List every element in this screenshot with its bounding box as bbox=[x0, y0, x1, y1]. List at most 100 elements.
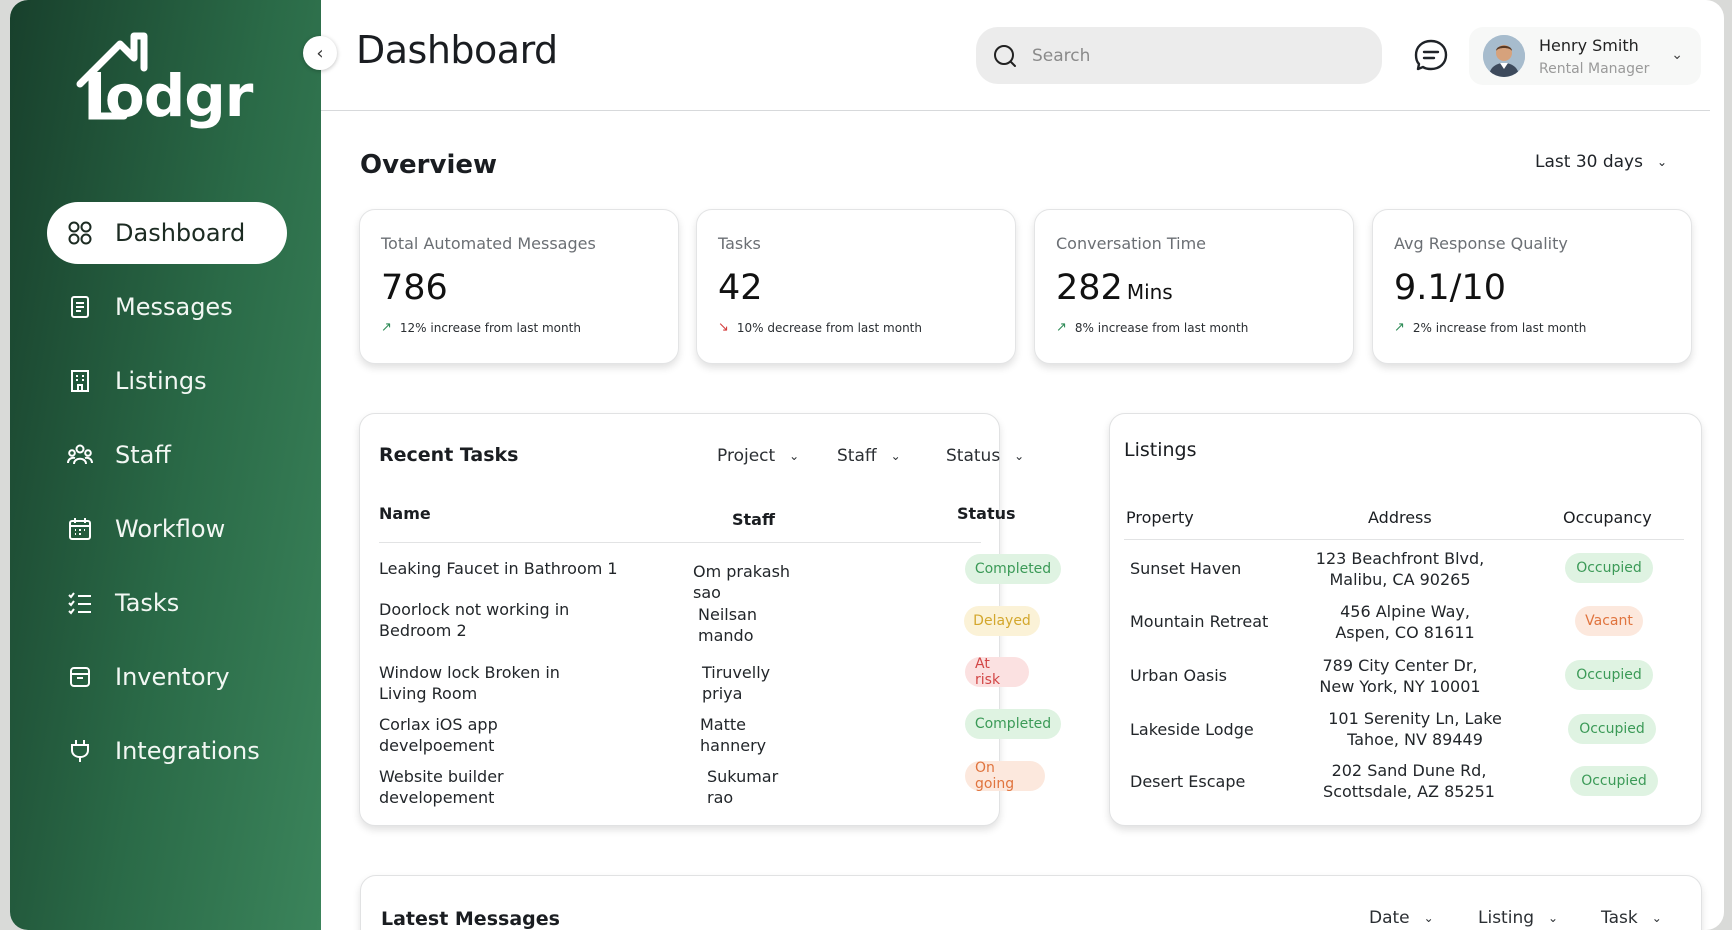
checklist-icon bbox=[67, 590, 93, 616]
task-staff: Neilsan mando bbox=[698, 605, 757, 645]
status-badge: Completed bbox=[965, 554, 1061, 584]
property-name: Mountain Retreat bbox=[1130, 612, 1269, 631]
occupancy-badge: Vacant bbox=[1575, 606, 1643, 636]
date-range-label: Last 30 days bbox=[1535, 152, 1643, 172]
column-header-name: Name bbox=[379, 504, 431, 523]
sidebar-item-listings[interactable]: Listings bbox=[47, 350, 287, 412]
chevron-down-icon: ⌄ bbox=[1014, 449, 1025, 463]
occupancy-badge: Occupied bbox=[1565, 660, 1653, 690]
property-name: Desert Escape bbox=[1130, 772, 1246, 791]
people-icon bbox=[67, 442, 93, 468]
sidebar-item-tasks[interactable]: Tasks bbox=[47, 572, 287, 634]
overview-title: Overview bbox=[360, 150, 498, 180]
chevron-down-icon: ⌄ bbox=[1548, 911, 1559, 925]
task-staff: Matte hannery bbox=[700, 715, 767, 755]
stat-value: 282 Mins bbox=[1056, 268, 1173, 308]
stat-change: ↗ 8% increase from last month bbox=[1056, 320, 1249, 335]
chat-bubble-icon bbox=[1414, 39, 1448, 71]
listings-panel: Listings Property Address Occupancy Suns… bbox=[1109, 413, 1702, 826]
chevron-left-icon: ‹ bbox=[316, 42, 324, 64]
logo[interactable]: lodgr bbox=[72, 28, 253, 130]
sidebar-item-label: Tasks bbox=[115, 589, 180, 617]
sidebar-item-staff[interactable]: Staff bbox=[47, 424, 287, 486]
sidebar-item-inventory[interactable]: Inventory bbox=[47, 646, 287, 708]
stat-label: Total Automated Messages bbox=[381, 234, 596, 253]
property-name: Lakeside Lodge bbox=[1130, 720, 1254, 739]
property-address: 101 Serenity Ln, Lake Tahoe, NV 89449 bbox=[1328, 709, 1502, 749]
panel-title: Recent Tasks bbox=[379, 444, 519, 466]
task-name: Website builder developement bbox=[379, 767, 504, 807]
filter-staff[interactable]: Staff ⌄ bbox=[837, 446, 901, 466]
header-divider bbox=[321, 110, 1710, 111]
sidebar-item-label: Integrations bbox=[115, 737, 260, 765]
stat-change: ↗ 2% increase from last month bbox=[1394, 320, 1587, 335]
trend-up-icon: ↗ bbox=[1056, 320, 1067, 335]
filter-task[interactable]: Task ⌄ bbox=[1601, 908, 1662, 928]
logo-text: lodgr bbox=[86, 62, 253, 130]
chevron-down-icon: ⌄ bbox=[789, 449, 800, 463]
task-staff: Om prakash sao bbox=[693, 562, 791, 602]
table-divider bbox=[379, 542, 981, 543]
messages-button[interactable] bbox=[1412, 36, 1450, 74]
task-name: Corlax iOS app develpoement bbox=[379, 715, 498, 755]
plug-icon bbox=[67, 738, 93, 764]
stat-value: 9.1/10 bbox=[1394, 268, 1506, 308]
sidebar-nav: Dashboard Messages Listings Staff Workfl… bbox=[47, 202, 287, 794]
stat-card-response-quality[interactable]: Avg Response Quality 9.1/10 ↗ 2% increase… bbox=[1372, 209, 1692, 364]
sidebar-item-workflow[interactable]: Workflow bbox=[47, 498, 287, 560]
chevron-down-icon: ⌄ bbox=[1423, 911, 1434, 925]
chevron-down-icon: ⌄ bbox=[1651, 911, 1662, 925]
stat-card-tasks[interactable]: Tasks 42 ↘ 10% decrease from last month bbox=[696, 209, 1016, 364]
calendar-icon bbox=[67, 516, 93, 542]
stat-value: 786 bbox=[381, 268, 448, 308]
stat-card-automated-messages[interactable]: Total Automated Messages 786 ↗ 12% increa… bbox=[359, 209, 679, 364]
filter-date[interactable]: Date ⌄ bbox=[1369, 908, 1434, 928]
sidebar-item-messages[interactable]: Messages bbox=[47, 276, 287, 338]
collapse-sidebar-button[interactable]: ‹ bbox=[303, 36, 337, 70]
recent-tasks-panel: Recent Tasks Project ⌄ Staff ⌄ Status ⌄ Nam… bbox=[359, 413, 1061, 826]
search-bar[interactable] bbox=[976, 27, 1382, 84]
occupancy-badge: Occupied bbox=[1568, 714, 1656, 744]
sidebar-item-label: Staff bbox=[115, 441, 171, 469]
sidebar-item-label: Inventory bbox=[115, 663, 230, 691]
stat-change: ↘ 10% decrease from last month bbox=[718, 320, 922, 335]
stat-change: ↗ 12% increase from last month bbox=[381, 320, 581, 335]
stat-label: Avg Response Quality bbox=[1394, 234, 1568, 253]
filter-project[interactable]: Project ⌄ bbox=[717, 446, 799, 466]
stat-label: Tasks bbox=[718, 234, 761, 253]
user-profile-menu[interactable]: Henry Smith Rental Manager ⌄ bbox=[1469, 27, 1701, 85]
sidebar-item-label: Workflow bbox=[115, 515, 226, 543]
filter-listing[interactable]: Listing ⌄ bbox=[1478, 908, 1558, 928]
task-staff: Tiruvelly priya bbox=[702, 663, 771, 703]
status-badge: Delayed bbox=[964, 606, 1040, 636]
task-name: Leaking Faucet in Bathroom 1 bbox=[379, 559, 618, 578]
property-name: Sunset Haven bbox=[1130, 559, 1242, 578]
column-header-occupancy: Occupancy bbox=[1563, 508, 1652, 527]
sidebar-item-label: Listings bbox=[115, 367, 207, 395]
sidebar-item-label: Dashboard bbox=[115, 219, 246, 247]
trend-up-icon: ↗ bbox=[1394, 320, 1405, 335]
sidebar-item-dashboard[interactable]: Dashboard bbox=[47, 202, 287, 264]
stat-card-conversation-time[interactable]: Conversation Time 282 Mins ↗ 8% increase f… bbox=[1034, 209, 1354, 364]
sidebar-item-label: Messages bbox=[115, 293, 233, 321]
filter-status[interactable]: Status ⌄ bbox=[946, 446, 1024, 466]
sidebar: lodgr Dashboard Messages Listings Staff … bbox=[10, 0, 321, 930]
property-address: 202 Sand Dune Rd, Scottsdale, AZ 85251 bbox=[1323, 761, 1495, 801]
column-header-property: Property bbox=[1126, 508, 1194, 527]
building-icon bbox=[67, 368, 93, 394]
avatar bbox=[1483, 35, 1525, 77]
search-input[interactable] bbox=[1032, 45, 1352, 66]
column-header-staff: Staff bbox=[732, 510, 775, 529]
stat-value: 42 bbox=[718, 268, 763, 308]
table-divider bbox=[1124, 539, 1684, 540]
date-range-select[interactable]: Last 30 days ⌄ bbox=[1535, 152, 1667, 172]
task-name: Doorlock not working in Bedroom 2 bbox=[379, 600, 570, 640]
occupancy-badge: Occupied bbox=[1565, 553, 1653, 583]
status-badge: Completed bbox=[965, 709, 1061, 739]
sidebar-item-integrations[interactable]: Integrations bbox=[47, 720, 287, 782]
task-staff: Sukumar rao bbox=[707, 767, 779, 807]
panel-title: Latest Messages bbox=[381, 908, 560, 930]
search-icon bbox=[994, 44, 1016, 67]
chevron-down-icon: ⌄ bbox=[890, 449, 901, 463]
chevron-down-icon: ⌄ bbox=[1656, 155, 1668, 169]
